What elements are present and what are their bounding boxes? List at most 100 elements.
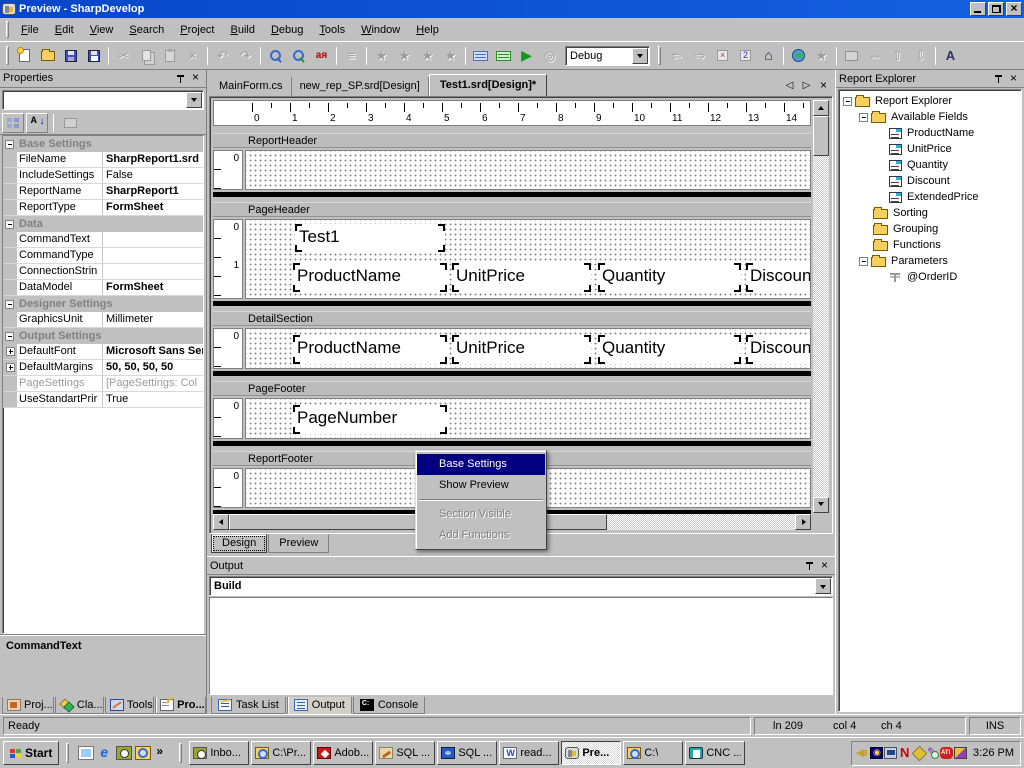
view-tab-design[interactable]: Design — [211, 534, 267, 553]
tree-node-productname[interactable]: ProductName — [839, 125, 1021, 141]
property-category-designer-settings[interactable]: Designer Settings — [3, 296, 203, 312]
object-selector-combo[interactable] — [2, 90, 204, 110]
collapse-icon[interactable] — [5, 332, 14, 341]
home-icon[interactable]: ⌂ — [757, 45, 780, 67]
context-menu-item-show-preview[interactable]: Show Preview — [417, 475, 545, 496]
menu-build[interactable]: Build — [223, 21, 263, 39]
web-browser-icon[interactable] — [787, 45, 810, 67]
menu-file[interactable]: File — [13, 21, 47, 39]
signal-icon[interactable] — [870, 747, 883, 759]
pad-tab-output[interactable]: Output — [287, 697, 352, 714]
explorer-view-icon[interactable] — [135, 746, 151, 760]
taskbar-button-c[interactable]: C:\ — [623, 741, 683, 765]
scroll-down-button[interactable] — [813, 497, 829, 513]
section-canvas-pagefooter[interactable]: PageNumber — [245, 398, 811, 439]
restore-button[interactable] — [988, 2, 1004, 16]
tree-node-functions[interactable]: Functions — [839, 237, 1021, 253]
combo-dropdown-button[interactable] — [815, 578, 831, 594]
run-icon[interactable]: ▶ — [515, 45, 538, 67]
doc-tab-test1-srd-design[interactable]: Test1.srd[Design]* — [429, 74, 547, 97]
property-value[interactable] — [103, 248, 203, 263]
tree-node-orderid[interactable]: @OrderID — [839, 269, 1021, 285]
property-row-usestandartprir[interactable]: UseStandartPrirTrue — [3, 392, 203, 408]
start-button[interactable]: Start — [3, 741, 59, 765]
collapse-icon[interactable] — [859, 257, 868, 266]
toolbar-grip[interactable] — [658, 46, 661, 65]
open-file-icon[interactable] — [36, 45, 59, 67]
property-value[interactable]: False — [103, 168, 203, 183]
tree-node-quantity[interactable]: Quantity — [839, 157, 1021, 173]
scrollbar-track[interactable] — [607, 514, 795, 530]
tree-node-report-explorer[interactable]: Report Explorer — [839, 93, 1021, 109]
prev-tab-button[interactable] — [782, 78, 797, 92]
netscape-icon[interactable] — [898, 747, 911, 759]
tree-node-sorting[interactable]: Sorting — [839, 205, 1021, 221]
taskbar-button-adob[interactable]: Adob... — [313, 741, 373, 765]
property-value[interactable]: FormSheet — [103, 200, 203, 215]
volume-icon[interactable] — [856, 747, 869, 759]
menu-tools[interactable]: Tools — [311, 21, 353, 39]
build-all-icon[interactable] — [492, 45, 515, 67]
property-value[interactable]: SharpReport1.srd — [103, 152, 203, 167]
properties-panel-header[interactable]: Properties — [0, 70, 206, 88]
report-item-productname[interactable]: ProductName — [293, 263, 447, 292]
menu-view[interactable]: View — [82, 21, 122, 39]
stop-load-icon[interactable] — [711, 45, 734, 67]
refresh-page-icon[interactable] — [734, 45, 757, 67]
property-row-defaultfont[interactable]: DefaultFontMicrosoft Sans Ser — [3, 344, 203, 360]
tree-node-unitprice[interactable]: UnitPrice — [839, 141, 1021, 157]
property-value[interactable]: [PageSettings: Col — [103, 376, 203, 391]
scroll-left-button[interactable] — [213, 514, 229, 530]
collapse-icon[interactable] — [5, 300, 14, 309]
property-row-connectionstrin[interactable]: ConnectionStrin — [3, 264, 203, 280]
next-tab-button[interactable] — [799, 78, 814, 92]
section-title-detailsection[interactable]: DetailSection — [213, 311, 811, 326]
ie-icon[interactable] — [97, 746, 113, 760]
window-titlebar[interactable]: Preview - SharpDevelop — [0, 0, 1024, 18]
pin-button[interactable] — [802, 559, 817, 573]
output-panel-header[interactable]: Output — [207, 557, 835, 575]
taskbar-button-c-pr[interactable]: C:\Pr... — [251, 741, 311, 765]
output-category-combo[interactable]: Build — [209, 576, 833, 596]
categorized-button[interactable] — [2, 113, 24, 133]
scroll-up-button[interactable] — [813, 100, 829, 116]
scroll-right-button[interactable] — [795, 514, 811, 530]
close-panel-button[interactable] — [817, 559, 832, 573]
stylus-icon[interactable] — [926, 747, 939, 759]
property-row-graphicsunit[interactable]: GraphicsUnitMillimeter — [3, 312, 203, 328]
menu-window[interactable]: Window — [353, 21, 408, 39]
collapse-icon[interactable] — [859, 113, 868, 122]
menu-help[interactable]: Help — [408, 21, 447, 39]
report-item-productname[interactable]: ProductName — [293, 335, 447, 364]
build-icon[interactable] — [469, 45, 492, 67]
minimize-button[interactable] — [970, 2, 986, 16]
save-icon[interactable] — [59, 45, 82, 67]
tree-node-parameters[interactable]: Parameters — [839, 253, 1021, 269]
close-panel-button[interactable] — [188, 71, 203, 85]
save-all-icon[interactable] — [82, 45, 105, 67]
combo-dropdown-button[interactable] — [632, 48, 648, 64]
taskbar-grip[interactable] — [66, 743, 69, 763]
property-value[interactable] — [103, 264, 203, 279]
property-value[interactable]: Microsoft Sans Ser — [103, 344, 203, 359]
clock[interactable]: 3:26 PM — [973, 747, 1014, 759]
show-desktop-icon[interactable] — [78, 746, 94, 760]
report-item-unitprice[interactable]: UnitPrice — [452, 335, 591, 364]
property-category-data[interactable]: Data — [3, 216, 203, 232]
menu-project[interactable]: Project — [172, 21, 222, 39]
scrollbar-thumb[interactable] — [813, 116, 829, 156]
pad-tab-pro[interactable]: Pro... — [155, 697, 206, 714]
property-row-commandtext[interactable]: CommandText — [3, 232, 203, 248]
ati-icon[interactable] — [940, 747, 953, 759]
chevron-icon[interactable] — [154, 746, 170, 760]
taskbar-button-read[interactable]: read... — [499, 741, 559, 765]
tray-app-icon[interactable] — [954, 747, 967, 759]
debug-target-combo[interactable]: Debug — [565, 46, 650, 66]
pin-button[interactable] — [991, 72, 1006, 86]
doc-tab-mainform-cs[interactable]: MainForm.cs — [211, 77, 292, 96]
find-in-files-icon[interactable] — [287, 45, 310, 67]
property-category-base-settings[interactable]: Base Settings — [3, 136, 203, 152]
report-item-quantity[interactable]: Quantity — [598, 263, 741, 292]
collapse-icon[interactable] — [5, 140, 14, 149]
pad-tab-proj[interactable]: Proj... — [2, 697, 54, 714]
